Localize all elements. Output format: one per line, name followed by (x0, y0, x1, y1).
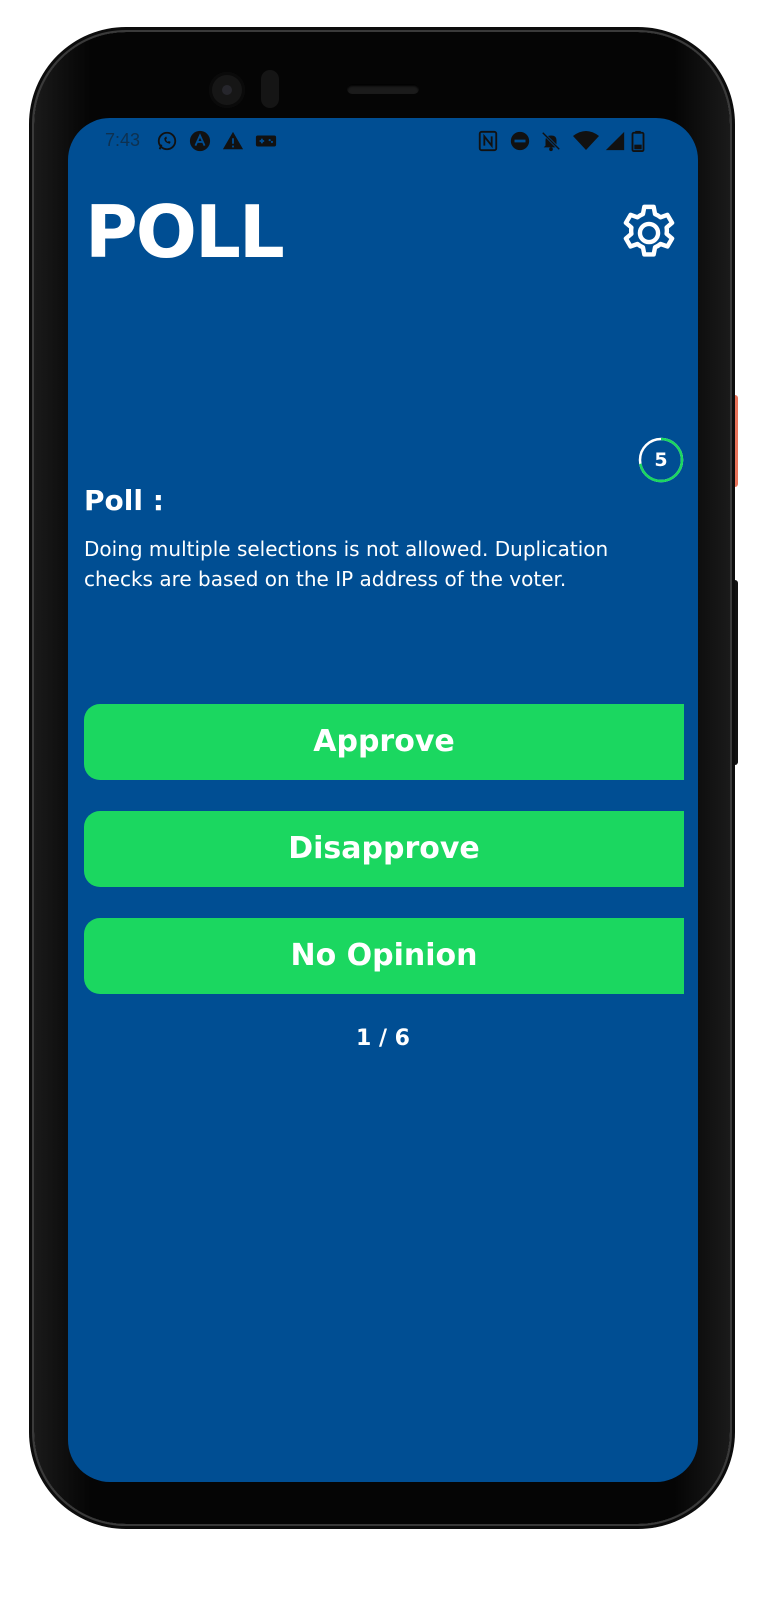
app-screen: 7:43 POLL 5 Poll: Doing multiple select… (68, 118, 698, 1482)
disapprove-button[interactable]: Disapprove (84, 811, 684, 887)
poll-description: Doing multiple selections is not allowed… (84, 537, 609, 591)
dnd-icon (510, 131, 530, 151)
warning-icon (222, 131, 244, 150)
front-camera (209, 72, 245, 108)
game-icon (255, 135, 277, 147)
nfc-icon (478, 130, 498, 152)
gear-icon[interactable] (616, 200, 682, 266)
app-title: POLL (85, 190, 285, 274)
mute-icon (541, 131, 561, 152)
wifi-icon (573, 131, 599, 150)
proximity-sensor (261, 70, 279, 108)
approve-button[interactable]: Approve (84, 704, 684, 780)
no-opinion-button[interactable]: No Opinion (84, 918, 684, 994)
volume-button (730, 580, 738, 765)
power-button (730, 395, 738, 487)
status-time: 7:43 (105, 130, 141, 150)
signal-icon (605, 131, 625, 151)
poll-heading: Poll : (84, 484, 164, 517)
page-indicator: 1 / 6 (356, 1026, 410, 1051)
app-a-icon (189, 130, 211, 152)
status-bar: 7:43 (68, 118, 698, 166)
countdown-value: 5 (654, 449, 668, 471)
whatsapp-icon (157, 131, 177, 151)
earpiece-speaker (347, 84, 419, 94)
countdown-timer: 5 (637, 436, 685, 484)
battery-icon (631, 130, 645, 152)
